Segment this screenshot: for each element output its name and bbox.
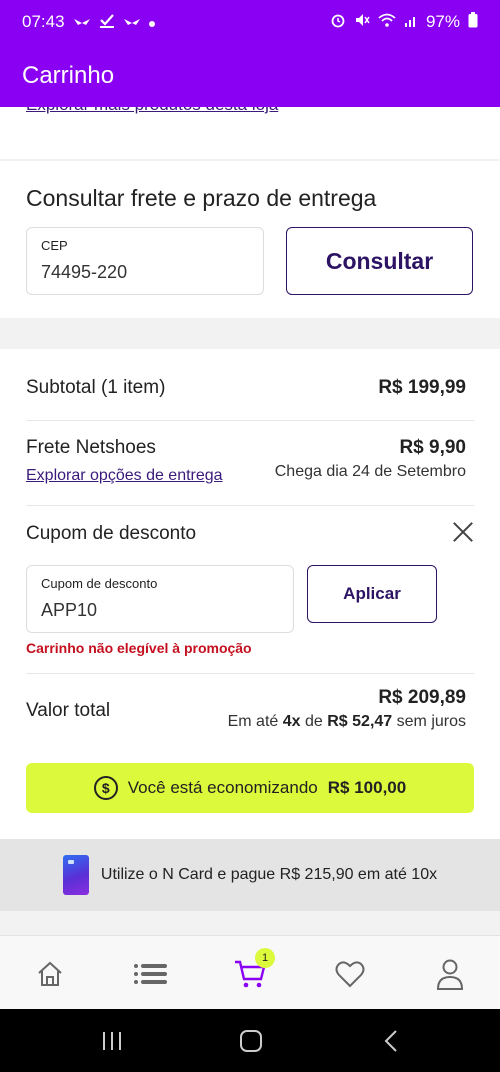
ncard-text: Utilize o N Card e pague R$ 215,90 em at…: [100, 866, 438, 883]
status-right: 97%: [330, 11, 478, 33]
savings-value: R$ 100,00: [327, 778, 407, 797]
home-icon[interactable]: [30, 954, 70, 994]
heart-icon[interactable]: [330, 954, 370, 994]
savings-text: Você está economizando: [127, 778, 318, 797]
coupon-field-label: Cupom de desconto: [41, 576, 158, 591]
subtotal-label: Subtotal (1 item): [26, 377, 166, 398]
consult-button[interactable]: Consultar: [286, 227, 473, 295]
close-icon[interactable]: [452, 521, 474, 543]
divider: [26, 505, 474, 506]
installments-count: 4x: [282, 713, 301, 730]
status-time: 07:43: [22, 12, 65, 31]
shipping-value: R$ 9,90: [399, 437, 466, 458]
cep-input[interactable]: 74495-220: [41, 262, 127, 283]
store-card: Explorar mais produtos desta loja: [0, 107, 500, 159]
page-title: Carrinho: [22, 61, 115, 89]
coupon-error: Carrinho não elegível à promoção: [26, 640, 252, 656]
dollar-icon: $: [93, 776, 118, 800]
profile-icon[interactable]: [430, 954, 470, 994]
status-bar: 07:43 97%: [0, 0, 500, 44]
installments-text: Em até 4x de R$ 52,47 sem juros: [228, 713, 466, 731]
credit-card-icon: [62, 855, 89, 895]
recent-apps-icon[interactable]: [100, 1029, 130, 1053]
status-left: 07:43: [22, 12, 155, 32]
battery-icon: [468, 11, 478, 33]
battery-text: 97%: [425, 12, 460, 31]
apply-coupon-button[interactable]: Aplicar: [307, 565, 437, 623]
delivery-options-link[interactable]: Explorar opções de entrega: [26, 467, 223, 485]
back-icon[interactable]: [380, 1029, 410, 1053]
system-nav-bar: [0, 1009, 500, 1072]
check-icon: [99, 13, 115, 31]
bottom-nav: 1: [0, 935, 500, 1009]
dot-icon: [148, 15, 155, 30]
menu-icon[interactable]: [130, 954, 170, 994]
installments-mid: de: [305, 713, 323, 730]
installments-value: R$ 52,47: [327, 713, 393, 730]
cart-content[interactable]: Explorar mais produtos desta loja Consul…: [0, 107, 500, 935]
installments-prefix: Em até: [227, 713, 279, 730]
ncard-banner[interactable]: Utilize o N Card e pague R$ 215,90 em at…: [0, 839, 500, 911]
divider: [26, 420, 474, 421]
delivery-date: Chega dia 24 de Setembro: [274, 463, 466, 480]
cep-field[interactable]: CEP 74495-220: [26, 227, 264, 295]
cep-label: CEP: [41, 238, 68, 253]
subtotal-value: R$ 199,99: [378, 377, 466, 398]
savings-banner: $ Você está economizando R$ 100,00: [26, 763, 474, 813]
coupon-input[interactable]: APP10: [41, 600, 97, 621]
divider: [26, 673, 474, 674]
coupon-title: Cupom de desconto: [26, 523, 197, 544]
installments-suffix: sem juros: [396, 713, 466, 730]
home-button-icon[interactable]: [238, 1029, 268, 1053]
notification-icon: [123, 15, 141, 30]
explore-store-link[interactable]: Explorar mais produtos desta loja: [26, 107, 278, 115]
mute-icon: [354, 12, 370, 33]
cart-badge: 1: [255, 948, 275, 968]
signal-icon: [404, 12, 418, 32]
wifi-icon: [378, 12, 396, 32]
shipping-label: Frete Netshoes: [26, 437, 156, 458]
summary-card: Subtotal (1 item) R$ 199,99 Frete Netsho…: [0, 349, 500, 839]
notification-icon: [73, 15, 91, 30]
total-label: Valor total: [26, 700, 111, 721]
coupon-field[interactable]: Cupom de desconto APP10: [26, 565, 294, 633]
total-value: R$ 209,89: [378, 687, 466, 708]
alarm-icon: [330, 12, 346, 33]
freight-title: Consultar frete e prazo de entrega: [26, 185, 377, 211]
freight-card: Consultar frete e prazo de entrega CEP 7…: [0, 161, 500, 318]
app-bar: Carrinho: [0, 44, 500, 107]
